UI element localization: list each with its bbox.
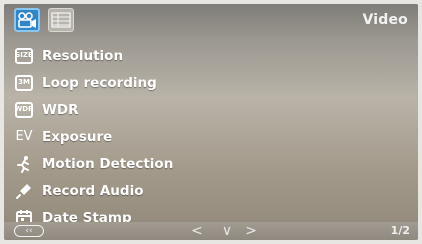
menu-item-label: WDR: [42, 101, 79, 118]
menu-grid-icon: [51, 12, 71, 28]
loop-icon: 3M: [14, 73, 34, 93]
menu-item-label: Record Audio: [42, 182, 144, 199]
menu-item-resolution[interactable]: SIZE Resolution: [14, 42, 404, 69]
menu-item-exposure[interactable]: EV Exposure: [14, 123, 404, 150]
camera-screen: Video SIZE Resolution 3M Loop recording …: [4, 4, 418, 240]
menu-item-loop-recording[interactable]: 3M Loop recording: [14, 69, 404, 96]
wdr-icon: WDR: [14, 100, 34, 120]
running-man-icon: [14, 154, 34, 174]
top-bar: Video: [4, 4, 418, 38]
page-indicator: 1/2: [390, 224, 410, 237]
video-tab[interactable]: [14, 8, 40, 32]
size-icon: SIZE: [14, 46, 34, 66]
menu-item-motion-detection[interactable]: Motion Detection: [14, 150, 404, 177]
menu-item-label: Motion Detection: [42, 155, 174, 172]
video-camera-icon: [18, 12, 36, 28]
microphone-icon: [14, 181, 34, 201]
menu-item-record-audio[interactable]: Record Audio: [14, 177, 404, 204]
menu-item-label: Resolution: [42, 47, 124, 64]
menu-item-wdr[interactable]: WDR WDR: [14, 96, 404, 123]
settings-tab[interactable]: [48, 8, 74, 32]
back-button[interactable]: ‹‹: [14, 225, 44, 237]
nav-right-arrow-icon[interactable]: >: [242, 222, 260, 240]
nav-left-arrow-icon[interactable]: <: [188, 222, 206, 240]
menu-item-label: Loop recording: [42, 74, 157, 91]
ev-icon: EV: [15, 129, 33, 144]
bottom-bar: ‹‹ < ∨ > 1/2: [4, 222, 418, 240]
settings-menu: SIZE Resolution 3M Loop recording WDR WD…: [14, 42, 404, 231]
mode-label: Video: [362, 12, 408, 28]
nav-down-arrow-icon[interactable]: ∨: [218, 222, 236, 240]
menu-item-label: Exposure: [42, 128, 113, 145]
